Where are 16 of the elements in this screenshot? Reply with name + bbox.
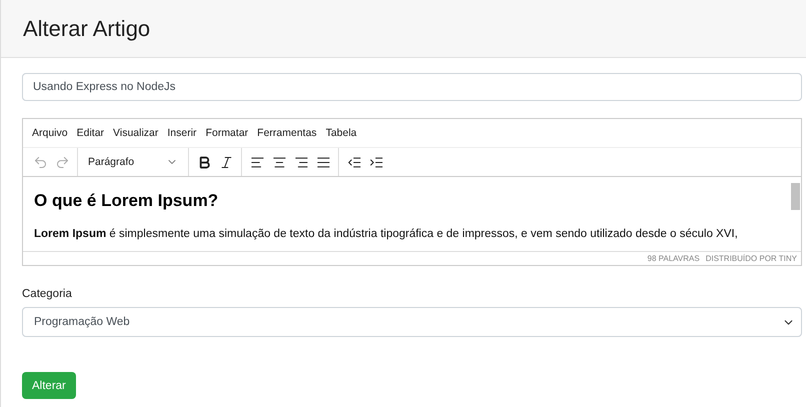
content-heading: O que é Lorem Ipsum? bbox=[34, 191, 220, 211]
menu-item[interactable]: Visualizar bbox=[113, 127, 158, 139]
menu-item[interactable]: Arquivo bbox=[32, 127, 68, 139]
page-title: Alterar Artigo bbox=[23, 16, 150, 42]
category-label: Categoria bbox=[22, 288, 73, 300]
menu-item[interactable]: Tabela bbox=[326, 127, 357, 139]
category-select[interactable]: Programação Web bbox=[22, 307, 802, 337]
block-format-dropdown[interactable]: Parágrafo bbox=[82, 156, 184, 168]
menu-item[interactable]: Editar bbox=[76, 127, 104, 139]
menu-item[interactable]: Formatar bbox=[206, 127, 248, 139]
title-input[interactable]: Usando Express no NodeJs bbox=[22, 73, 802, 101]
word-count: 98 PALAVRAS bbox=[647, 254, 700, 263]
menu-item[interactable]: Inserir bbox=[167, 127, 197, 139]
branding-link[interactable]: DISTRIBUÍDO POR TINY bbox=[706, 254, 797, 263]
menu-item[interactable]: Ferramentas bbox=[257, 127, 317, 139]
content-paragraph: Lorem Ipsum é simplesmente uma simulação de texto da indústria tipográfica e de impressos, e vem sendo utilizado desde o século XVI, bbox=[34, 227, 738, 242]
